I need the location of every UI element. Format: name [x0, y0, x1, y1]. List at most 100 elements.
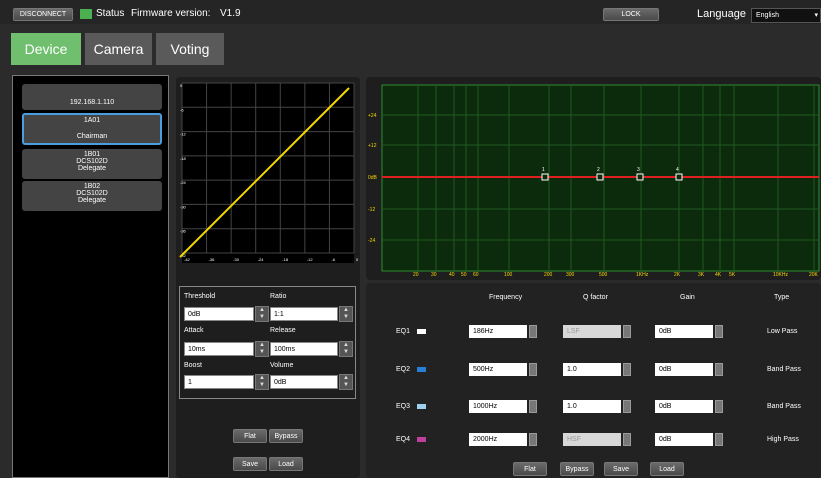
eq-qfactor-input[interactable]: 1.0 — [563, 363, 621, 376]
comp-y-tick: -18 — [180, 156, 187, 161]
eq-frequency-input[interactable]: 186Hz — [469, 325, 527, 338]
attack-stepper[interactable]: ▲ ▼ — [255, 341, 269, 357]
device-model: DCS102D — [76, 158, 108, 165]
ratio-input[interactable]: 1:1 — [270, 307, 338, 321]
ratio-stepper[interactable]: ▲ ▼ — [339, 306, 353, 322]
comp-save-button[interactable]: Save — [233, 457, 267, 471]
eq-table-panel — [366, 283, 821, 478]
eq-x-tick: 10KHz — [773, 272, 789, 278]
eq-color-swatch — [417, 367, 426, 372]
eq-color-swatch — [417, 404, 426, 409]
threshold-stepper[interactable]: ▲ ▼ — [255, 306, 269, 322]
comp-flat-button[interactable]: Flat — [233, 429, 267, 443]
comp-y-tick: -30 — [180, 204, 187, 209]
eq-gain-input[interactable]: 0dB — [655, 433, 713, 446]
threshold-input[interactable]: 0dB — [184, 307, 254, 321]
comp-x-tick: 0 — [356, 257, 359, 262]
device-role: Delegate — [77, 197, 107, 204]
comp-x-tick: -36 — [209, 257, 216, 262]
device-id: 1B02 — [83, 183, 101, 190]
eq-gain-stepper[interactable] — [715, 363, 723, 376]
eq-header-frequency: Frequency — [489, 294, 523, 301]
comp-bypass-button[interactable]: Bypass — [269, 429, 303, 443]
boost-input[interactable]: 1 — [184, 375, 254, 389]
eq-frequency-input[interactable]: 1000Hz — [469, 400, 527, 413]
comp-y-tick: -24 — [180, 180, 187, 185]
eq-load-button[interactable]: Load — [650, 462, 684, 476]
eq-frequency-input[interactable]: 2000Hz — [469, 433, 527, 446]
eq-frequency-stepper[interactable] — [529, 400, 537, 413]
eq-x-tick: 20K — [809, 272, 819, 278]
disconnect-button[interactable]: DISCONNECT — [13, 8, 73, 21]
eq-gain-stepper[interactable] — [715, 433, 723, 446]
eq-x-tick: 4K — [715, 272, 722, 278]
language-label: Language — [697, 8, 746, 20]
eq-frequency-stepper[interactable] — [529, 433, 537, 446]
firmware-version: V1.9 — [220, 8, 241, 19]
release-label: Release — [270, 327, 296, 334]
eq-point-handle[interactable] — [636, 173, 644, 181]
language-select[interactable]: English ▾ — [751, 8, 821, 23]
eq-gain-input[interactable]: 0dB — [655, 325, 713, 338]
comp-x-tick: -24 — [258, 257, 265, 262]
release-stepper[interactable]: ▲ ▼ — [339, 341, 353, 357]
device-role: Chairman — [76, 133, 108, 140]
comp-load-button[interactable]: Load — [269, 457, 303, 471]
eq-gain-stepper[interactable] — [715, 400, 723, 413]
volume-stepper[interactable]: ▲ ▼ — [339, 374, 353, 390]
eq-x-tick: 300 — [566, 272, 575, 278]
eq-qfactor-input: LSF — [563, 325, 621, 338]
eq-x-tick: 3K — [698, 272, 705, 278]
eq-qfactor-stepper[interactable] — [623, 400, 631, 413]
eq-y-tick: 0dB — [368, 175, 378, 181]
release-input[interactable]: 100ms — [270, 342, 338, 356]
eq-qfactor-input[interactable]: 1.0 — [563, 400, 621, 413]
device-item-1b01[interactable]: 1B01 DCS102D Delegate — [22, 149, 162, 179]
eq-flat-button[interactable]: Flat — [513, 462, 547, 476]
eq-type-label: Low Pass — [767, 328, 798, 335]
eq-gain-input[interactable]: 0dB — [655, 363, 713, 376]
eq-qfactor-stepper[interactable] — [623, 363, 631, 376]
attack-input[interactable]: 10ms — [184, 342, 254, 356]
eq-point-handle[interactable] — [675, 173, 683, 181]
tab-device[interactable]: Device — [11, 33, 81, 65]
eq-frequency-stepper[interactable] — [529, 325, 537, 338]
threshold-label: Threshold — [184, 293, 216, 300]
comp-x-tick: -12 — [307, 257, 314, 262]
lock-button[interactable]: LOCK — [603, 8, 659, 21]
ratio-label: Ratio — [270, 293, 287, 300]
device-item-ip[interactable]: 192.168.1.110 — [22, 84, 162, 110]
volume-input[interactable]: 0dB — [270, 375, 338, 389]
eq-type-label: High Pass — [767, 436, 799, 443]
eq-save-button[interactable]: Save — [604, 462, 638, 476]
device-item-1a01[interactable]: 1A01 Chairman — [22, 113, 162, 145]
eq-row-name: EQ2 — [396, 366, 411, 373]
comp-y-tick: -12 — [180, 132, 187, 137]
eq-point-handle[interactable] — [596, 173, 604, 181]
eq-point-label: 2 — [597, 167, 600, 173]
eq-gain-input[interactable]: 0dB — [655, 400, 713, 413]
eq-header-type: Type — [774, 294, 790, 301]
eq-x-tick: 1KHz — [636, 272, 649, 278]
eq-y-tick: +24 — [368, 113, 377, 119]
eq-frequency-stepper[interactable] — [529, 363, 537, 376]
device-id: 1A01 — [83, 117, 101, 124]
tab-camera[interactable]: Camera — [85, 33, 152, 65]
eq-x-tick: 60 — [473, 272, 479, 278]
tab-voting[interactable]: Voting — [156, 33, 224, 65]
firmware-label: Firmware version: — [131, 8, 211, 19]
eq-bypass-button[interactable]: Bypass — [560, 462, 594, 476]
eq-frequency-input[interactable]: 500Hz — [469, 363, 527, 376]
eq-header-qfactor: Q factor — [583, 294, 608, 301]
boost-stepper[interactable]: ▲ ▼ — [255, 374, 269, 390]
eq-gain-stepper[interactable] — [715, 325, 723, 338]
eq-x-tick: 20 — [413, 272, 419, 278]
eq-point-handle[interactable] — [541, 173, 549, 181]
eq-x-tick: 100 — [504, 272, 513, 278]
eq-qfactor-stepper — [623, 433, 631, 446]
device-item-1b02[interactable]: 1B02 DCS102D Delegate — [22, 181, 162, 211]
attack-label: Attack — [184, 327, 204, 334]
eq-type-label: Band Pass — [767, 403, 801, 410]
comp-x-tick: -42 — [184, 257, 191, 262]
eq-point-label: 3 — [637, 167, 640, 173]
